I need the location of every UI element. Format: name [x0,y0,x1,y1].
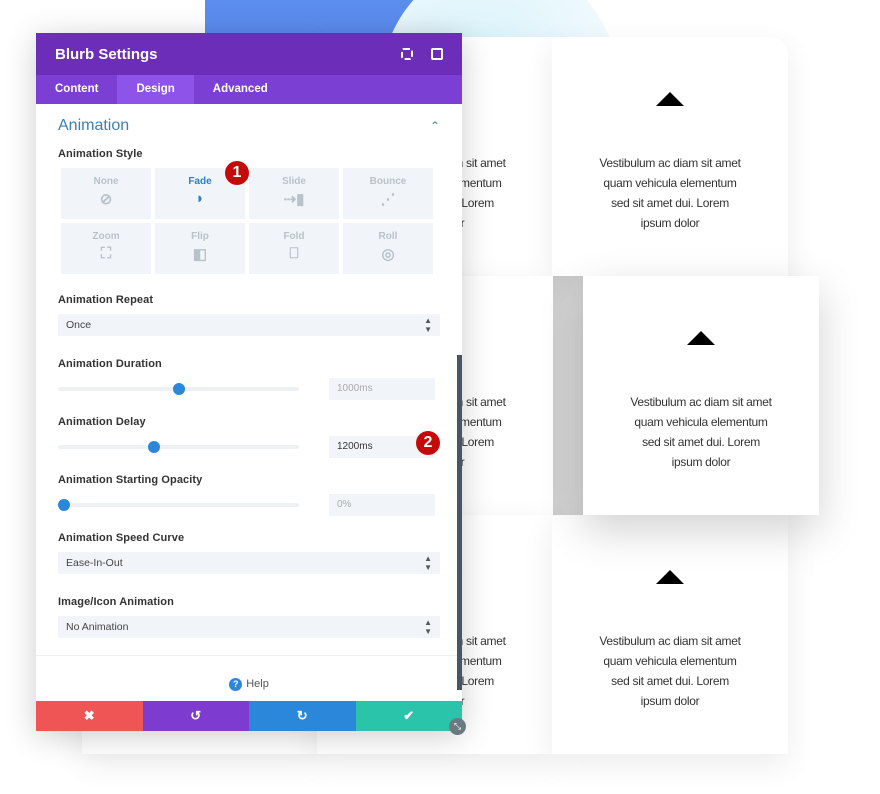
sidebar-toggle-icon[interactable] [431,48,443,60]
animation-duration-input[interactable]: 1000ms [329,378,435,400]
animation-style-label: Animation Style [58,148,143,160]
roll-icon: ◎ [381,246,395,263]
animation-duration-label: Animation Duration [58,358,162,370]
animation-opacity-input[interactable]: 0% [329,494,435,516]
panel-scrollbar[interactable] [457,355,462,690]
blurb-text-line: ipsum dolor [671,455,731,469]
fade-icon: ◗ [195,190,205,207]
icon-animation-select[interactable]: No Animation ▲ ▼ [58,616,440,638]
animation-repeat-label: Animation Repeat [58,294,154,306]
bounce-icon: ⋰ [380,191,396,208]
animation-option-zoom[interactable]: Zoom ⛶ [61,223,151,274]
option-label: Bounce [369,176,407,187]
slider-handle[interactable] [172,383,185,395]
triangle-icon [656,92,684,106]
animation-opacity-slider[interactable] [58,499,299,511]
select-value: No Animation [66,621,129,633]
step-badge-1: 1 [225,161,249,185]
chevron-up-icon: ⌃ [429,119,440,133]
blurb-text-line: sed sit amet dui. Lorem [642,435,760,449]
blurb-text-line: Vestibulum ac diam sit amet [630,395,772,409]
panel-tabs: Content Design Advanced [36,75,462,104]
triangle-icon [656,570,684,584]
panel-footer: ✖ ↺ ↻ ✔ [36,701,462,731]
section-title: Animation [58,117,130,134]
animation-section-toggle[interactable]: Animation ⌃ [58,104,440,148]
step-badge-2: 2 [416,431,440,455]
option-label: Slide [282,176,306,187]
animation-repeat-select[interactable]: Once ▲ ▼ [58,314,440,336]
panel-title: Blurb Settings [55,45,158,63]
animation-style-options: None ⊘ Fade ◗ Slide ⇢▮ Bounce ⋰ Zoom ⛶ Flip ◧ Fold ⎕ R… [61,168,440,274]
blurb-text-line: quam vehicula elementum [634,415,768,429]
help-link[interactable]: ? Help [36,655,462,701]
cancel-button[interactable]: ✖ [36,701,143,731]
icon-animation-label: Image/Icon Animation [58,596,174,608]
animation-delay-slider[interactable] [58,441,299,453]
blurb-card: Vestibulum ac diam sit amet quam vehicula… [552,515,788,754]
blurb-text-line: Vestibulum ac diam sit amet [599,156,741,170]
slider-handle[interactable] [58,499,71,511]
animation-option-none[interactable]: None ⊘ [61,168,151,219]
blurb-settings-panel: Blurb Settings Content Design Advanced A… [36,33,462,731]
slide-icon: ⇢▮ [283,191,305,208]
blurb-text-line: ipsum dolor [640,694,700,708]
blurb-text-line: sed sit amet dui. Lorem [611,196,729,210]
animation-opacity-label: Animation Starting Opacity [58,474,203,486]
blurb-text-line: ipsum dolor [640,216,700,230]
blurb-text-line: Vestibulum ac diam sit amet [599,634,741,648]
option-label: None [93,176,119,187]
select-value: Ease-In-Out [66,557,123,569]
option-label: Flip [191,231,209,242]
blurb-text-line: quam vehicula elementum [603,654,737,668]
option-label: Roll [378,231,398,242]
fold-icon: ⎕ [289,245,299,262]
blurb-text-line: sed sit amet dui. Lorem [611,674,729,688]
option-label: Zoom [92,231,120,242]
redo-button[interactable]: ↻ [249,701,356,731]
animation-option-flip[interactable]: Flip ◧ [155,223,245,274]
speed-curve-label: Animation Speed Curve [58,532,185,544]
animation-option-fold[interactable]: Fold ⎕ [249,223,339,274]
select-arrows-icon: ▲ ▼ [424,316,432,334]
card-shadow [552,276,584,515]
blurb-card: Vestibulum ac diam sit amet quam vehicula… [583,276,819,515]
slider-handle[interactable] [148,441,161,453]
tab-design[interactable]: Design [117,75,194,104]
animation-option-bounce[interactable]: Bounce ⋰ [343,168,433,219]
animation-delay-label: Animation Delay [58,416,146,428]
save-button[interactable]: ✔ [355,701,462,731]
speed-curve-select[interactable]: Ease-In-Out ▲ ▼ [58,552,440,574]
tab-advanced[interactable]: Advanced [194,75,287,104]
blurb-text: Vestibulum ac diam sit amet quam vehicula… [552,631,788,711]
select-value: Once [66,319,92,331]
zoom-icon: ⛶ [100,245,112,262]
help-icon: ? [229,678,243,691]
blurb-card: Vestibulum ac diam sit amet quam vehicula… [552,37,788,276]
resize-handle-icon[interactable]: ⤡ [449,718,466,735]
option-label: Fold [283,231,305,242]
panel-header: Blurb Settings [36,33,462,75]
blurb-text: Vestibulum ac diam sit amet quam vehicula… [552,153,788,233]
select-arrows-icon: ▲ ▼ [424,554,432,572]
blurb-text: Vestibulum ac diam sit amet quam vehicula… [583,392,819,472]
animation-option-roll[interactable]: Roll ◎ [343,223,433,274]
undo-button[interactable]: ↺ [142,701,249,731]
flip-icon: ◧ [192,246,208,263]
select-arrows-icon: ▲ ▼ [424,618,432,636]
animation-duration-slider[interactable] [58,383,299,395]
fullscreen-icon[interactable] [401,48,413,60]
animation-option-slide[interactable]: Slide ⇢▮ [249,168,339,219]
tab-content[interactable]: Content [36,75,117,104]
none-icon: ⊘ [99,191,113,208]
option-label: Fade [188,176,212,187]
help-label: Help [246,678,269,690]
blurb-text-line: quam vehicula elementum [603,176,737,190]
triangle-icon [687,331,715,345]
